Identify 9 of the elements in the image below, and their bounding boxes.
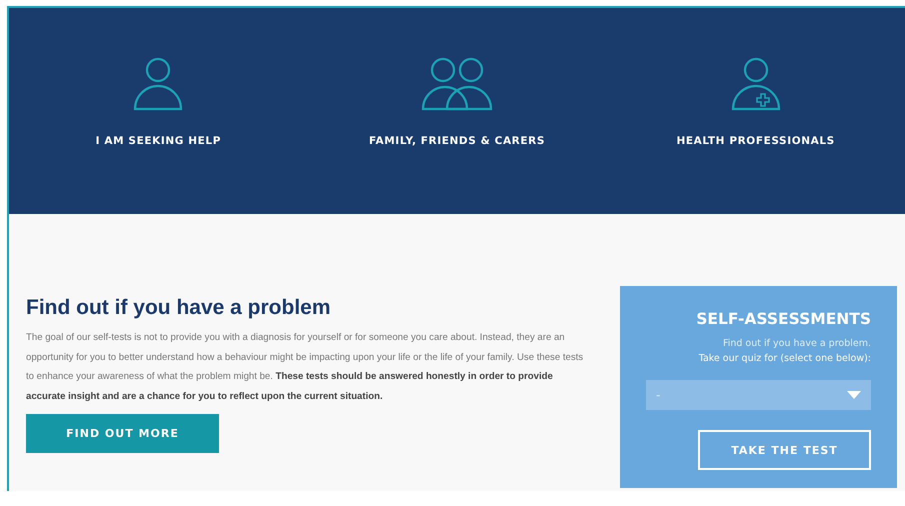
- panel-text: Find out if you have a problem.: [722, 337, 871, 351]
- intro-paragraph: The goal of our self-tests is not to provide you with a diagnosis for yourself or for someone you care about. Instead, they are an opportunity for you to better understand how a behaviour might be impacting upon your life or the life of your family. Use these tests to enhance your awareness of what the problem might be. These tests should be answered honestly in order to provide accurate insight and are a chance for you to reflect upon the current situation.: [26, 331, 584, 404]
- audience-link[interactable]: FAMILY, FRIENDS & CARERS: [368, 135, 545, 147]
- panel-title: SELF-ASSESSMENTS: [696, 310, 871, 328]
- section-heading: Find out if you have a problem: [26, 296, 332, 320]
- panel-text: Take our quiz for (select one below):: [698, 352, 871, 366]
- caret-icon: [847, 391, 861, 399]
- audience-link[interactable]: I AM SEEKING HELP: [96, 135, 221, 147]
- audience-link[interactable]: HEALTH PROFESSIONALS: [676, 135, 835, 147]
